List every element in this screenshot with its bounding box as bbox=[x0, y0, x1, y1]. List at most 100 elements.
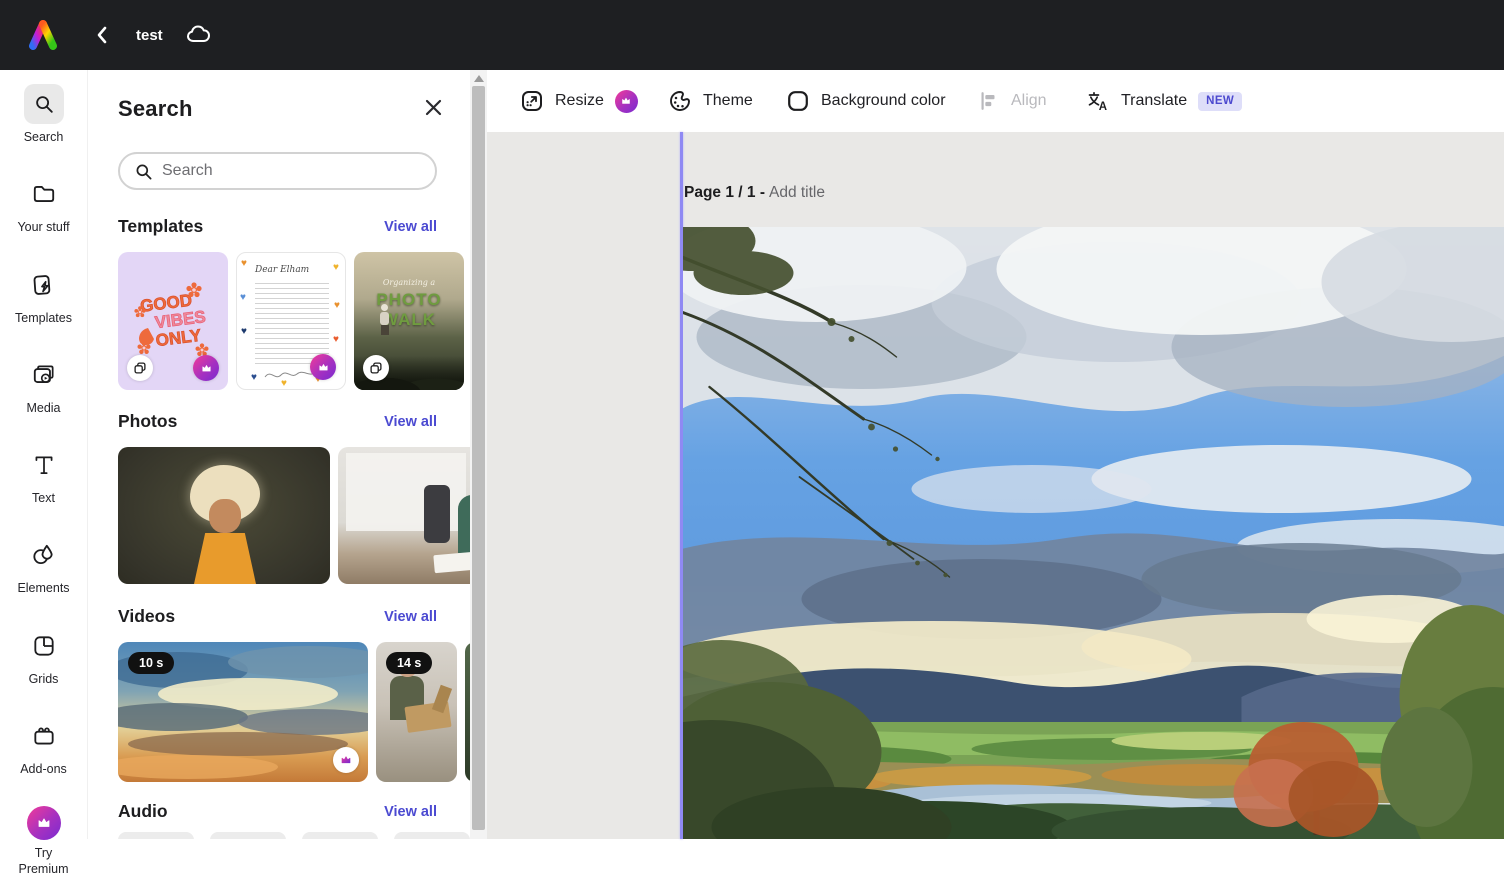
sidebar-item-label: Grids bbox=[29, 671, 59, 687]
video-thumbnail-sunset[interactable]: 10 s bbox=[118, 642, 368, 782]
resize-button[interactable]: Resize bbox=[520, 70, 638, 132]
resize-icon bbox=[520, 89, 544, 113]
video-duration-badge: 10 s bbox=[128, 652, 174, 674]
align-button: Align bbox=[978, 70, 1047, 132]
elements-icon bbox=[30, 542, 56, 568]
panel-title: Search bbox=[118, 96, 193, 122]
editor-main: Resize Theme Background color Align A Tr… bbox=[487, 70, 1504, 839]
audio-row bbox=[118, 832, 470, 839]
grids-icon bbox=[31, 633, 57, 659]
page-title-placeholder[interactable]: Add title bbox=[769, 184, 825, 201]
sidebar-item-grids[interactable]: Grids bbox=[24, 626, 64, 687]
audio-view-all-link[interactable]: View all bbox=[384, 804, 437, 820]
heart-decoration: ♥ bbox=[241, 259, 247, 269]
svg-text:A: A bbox=[1099, 101, 1107, 113]
copy-icon bbox=[368, 360, 384, 376]
align-label: Align bbox=[1011, 92, 1047, 110]
sidebar-item-elements[interactable]: Elements bbox=[17, 535, 69, 596]
close-icon bbox=[424, 98, 443, 117]
canvas-area[interactable]: Page 1 / 1 -Add title bbox=[487, 132, 1504, 839]
canvas-photo-landscape[interactable] bbox=[683, 227, 1504, 839]
heart-decoration: ♥ bbox=[333, 263, 339, 273]
sidebar-item-your-stuff[interactable]: Your stuff bbox=[17, 174, 69, 235]
photo-detail bbox=[194, 533, 256, 584]
thumbs-up-decoration bbox=[139, 328, 154, 345]
sidebar-item-templates[interactable]: Templates bbox=[15, 265, 72, 326]
align-icon bbox=[978, 90, 1000, 112]
search-input-wrapper bbox=[118, 152, 437, 190]
video-thumbnail-packing[interactable]: 14 s bbox=[376, 642, 457, 782]
photo-detail bbox=[433, 551, 470, 573]
audio-item[interactable] bbox=[302, 832, 378, 839]
scrollbar-up-arrow[interactable] bbox=[474, 75, 484, 82]
photo-thumbnail-man-desk[interactable] bbox=[338, 447, 470, 584]
scrollbar-thumb[interactable] bbox=[472, 86, 485, 830]
photo-detail bbox=[458, 495, 470, 553]
template-photo-walk[interactable]: Organizing a PHOTO WALK bbox=[354, 252, 464, 390]
videos-view-all-link[interactable]: View all bbox=[384, 609, 437, 625]
theme-label: Theme bbox=[703, 92, 753, 110]
video-duration-badge: 14 s bbox=[386, 652, 432, 674]
template-letter[interactable]: Dear Elham ♥ ♥ ♥ ♥ ♥ ♥ ♥ ♥ ♥ bbox=[236, 252, 346, 390]
duplicate-template-button[interactable] bbox=[127, 355, 153, 381]
close-panel-button[interactable] bbox=[420, 94, 446, 120]
templates-row: GOOD VIBES ONLY Dear Elham bbox=[118, 252, 470, 390]
page-label[interactable]: Page 1 / 1 -Add title bbox=[684, 184, 825, 202]
duplicate-template-button[interactable] bbox=[363, 355, 389, 381]
photo-detail bbox=[209, 499, 241, 533]
theme-button[interactable]: Theme bbox=[668, 70, 753, 132]
template-text: PHOTO bbox=[354, 290, 464, 310]
sidebar-item-label: Add-ons bbox=[20, 761, 67, 777]
left-sidebar: Search Your stuff Templates Media Text E… bbox=[0, 70, 88, 839]
adobe-express-logo-icon[interactable] bbox=[26, 20, 60, 50]
letter-salutation: Dear Elham bbox=[255, 265, 309, 275]
template-good-vibes[interactable]: GOOD VIBES ONLY bbox=[118, 252, 228, 390]
folder-icon bbox=[31, 181, 57, 207]
photos-section-header: Photos View all bbox=[118, 411, 437, 432]
photos-view-all-link[interactable]: View all bbox=[384, 414, 437, 430]
photos-row bbox=[118, 447, 470, 584]
crown-icon bbox=[338, 752, 354, 768]
sidebar-item-label: Elements bbox=[17, 580, 69, 596]
audio-item[interactable] bbox=[394, 832, 470, 839]
document-title[interactable]: test bbox=[136, 27, 163, 44]
background-color-button[interactable]: Background color bbox=[786, 70, 946, 132]
cloud-sync-icon[interactable] bbox=[185, 23, 215, 47]
heart-decoration: ♥ bbox=[241, 327, 247, 337]
sidebar-item-label: Your stuff bbox=[17, 219, 69, 235]
page-number-label: Page 1 / 1 - bbox=[684, 184, 765, 201]
heart-decoration: ♥ bbox=[334, 301, 340, 311]
sidebar-item-media[interactable]: Media bbox=[24, 355, 64, 416]
sidebar-item-add-ons[interactable]: Add-ons bbox=[20, 716, 67, 777]
videos-section-header: Videos View all bbox=[118, 606, 437, 627]
search-input[interactable] bbox=[162, 162, 412, 180]
crown-icon bbox=[316, 360, 331, 375]
translate-button[interactable]: A Translate NEW bbox=[1086, 70, 1242, 132]
audio-item[interactable] bbox=[210, 832, 286, 839]
videos-row: 10 s 14 s bbox=[118, 642, 470, 782]
photo-thumbnail-woman[interactable] bbox=[118, 447, 330, 584]
audio-section-header: Audio View all bbox=[118, 801, 437, 822]
section-title: Templates bbox=[118, 216, 203, 237]
search-icon bbox=[33, 93, 55, 115]
audio-item[interactable] bbox=[118, 832, 194, 839]
templates-view-all-link[interactable]: View all bbox=[384, 219, 437, 235]
premium-badge bbox=[193, 355, 219, 381]
topbar: test bbox=[0, 0, 1504, 70]
sidebar-item-try-premium[interactable]: Try Premium bbox=[14, 806, 74, 878]
premium-badge bbox=[333, 747, 359, 773]
context-toolbar: Resize Theme Background color Align A Tr… bbox=[487, 70, 1504, 132]
sidebar-item-search[interactable]: Search bbox=[24, 84, 64, 145]
signature-decoration bbox=[263, 367, 317, 383]
section-title: Audio bbox=[118, 801, 168, 822]
translate-icon: A bbox=[1086, 89, 1110, 113]
theme-palette-icon bbox=[668, 89, 692, 113]
new-feature-badge: NEW bbox=[1198, 92, 1242, 111]
media-icon bbox=[31, 362, 57, 388]
text-icon bbox=[31, 452, 57, 478]
sidebar-item-label: Media bbox=[26, 400, 60, 416]
template-kicker: Organizing a bbox=[354, 278, 464, 287]
hiker-figure bbox=[380, 304, 390, 330]
sidebar-item-text[interactable]: Text bbox=[24, 445, 64, 506]
back-button[interactable] bbox=[90, 23, 114, 47]
